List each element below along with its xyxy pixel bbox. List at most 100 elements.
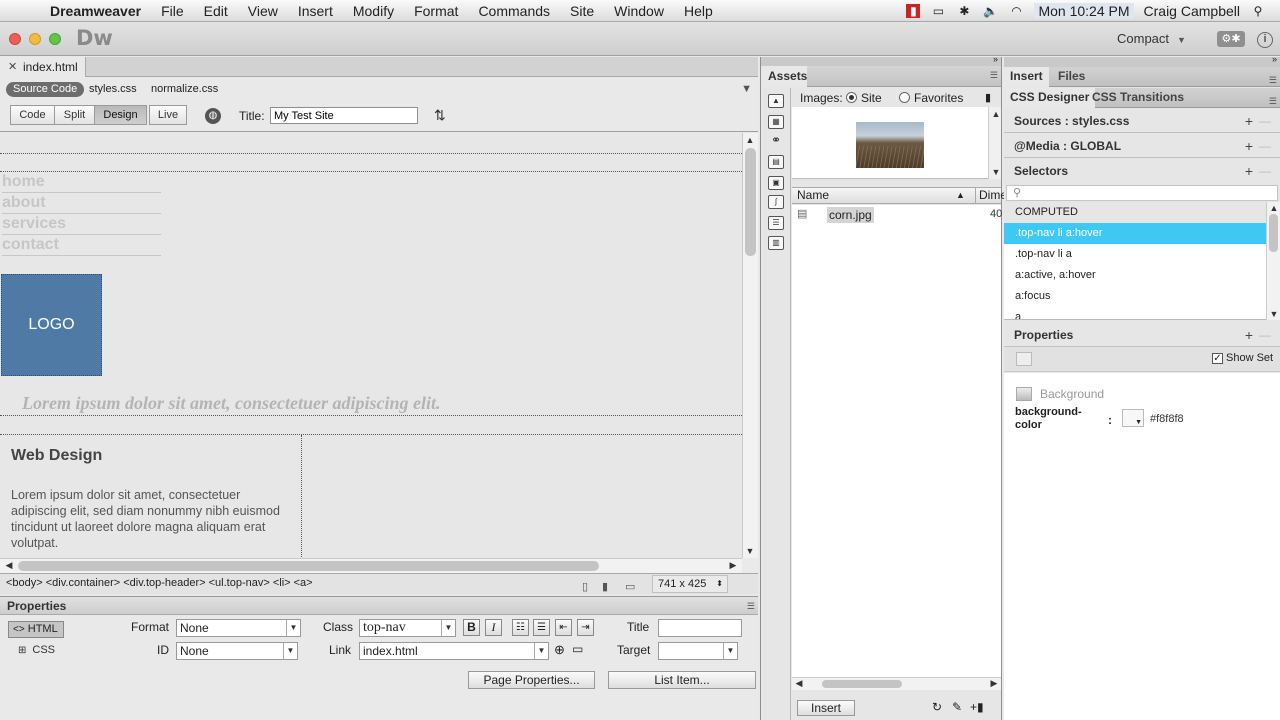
panel-menu-icon[interactable]: ☰ — [747, 601, 755, 612]
source-code-button[interactable]: Source Code — [6, 82, 85, 97]
urls-category-icon[interactable]: ⚭ — [768, 134, 784, 148]
selector-computed[interactable]: COMPUTED — [1004, 202, 1266, 223]
tagline[interactable]: Lorem ipsum dolor sit amet, consectetuer… — [22, 393, 441, 414]
recording-icon[interactable]: ▮ — [906, 3, 921, 18]
asset-file-name[interactable]: corn.jpg — [827, 207, 874, 223]
spotlight-search-icon[interactable]: ⚲ — [1250, 4, 1266, 18]
browse-folder-icon[interactable]: ▭ — [572, 642, 583, 656]
wifi-icon[interactable]: ◠ — [1008, 4, 1024, 18]
menu-help[interactable]: Help — [674, 3, 723, 19]
tab-files[interactable]: Files — [1052, 67, 1091, 87]
refresh-icon[interactable]: ↻ — [932, 700, 942, 714]
add-property-icon[interactable]: + — [1245, 323, 1253, 347]
selector-item[interactable]: a — [1004, 307, 1266, 319]
design-view-button[interactable]: Design — [94, 105, 147, 125]
link-input[interactable]: index.html ▼ — [359, 642, 549, 660]
scroll-right-icon[interactable]: ▶ — [987, 678, 1001, 689]
title-field-input[interactable] — [658, 619, 742, 637]
file-transfer-icon[interactable]: ⇅ — [434, 107, 446, 124]
scroll-thumb[interactable] — [1269, 214, 1278, 252]
nav-link-services[interactable]: services — [2, 214, 161, 235]
format-select[interactable]: None ▼ — [176, 619, 301, 637]
panel-collapse-bar[interactable]: » — [761, 54, 1001, 66]
workspace-switcher[interactable]: Compact ▼ — [1117, 31, 1186, 46]
site-radio[interactable] — [846, 92, 857, 103]
web-design-column[interactable]: Web Design Lorem ipsum dolor sit amet, c… — [0, 435, 302, 558]
user-name[interactable]: Craig Campbell — [1144, 3, 1240, 19]
dimensions-column-header[interactable]: Dime — [975, 188, 1007, 203]
desktop-size-icon[interactable]: ▭ — [625, 578, 635, 597]
collapse-icon[interactable]: » — [993, 54, 998, 64]
video-category-icon[interactable]: ▣ — [768, 176, 784, 190]
canvas-vertical-scrollbar[interactable]: ▲ ▼ — [742, 133, 758, 558]
tab-css-transitions[interactable]: CSS Transitions — [1086, 88, 1190, 108]
selector-item[interactable]: a:active, a:hover — [1004, 265, 1266, 286]
menu-format[interactable]: Format — [404, 3, 468, 19]
scroll-up-icon[interactable]: ▲ — [989, 109, 1003, 119]
vertical-scroll-thumb[interactable] — [745, 148, 756, 256]
selector-item[interactable]: .top-nav li a:hover — [1004, 223, 1266, 244]
document-tab[interactable]: ✕ index.html — [0, 57, 86, 77]
layout-category-icon[interactable] — [1016, 352, 1032, 366]
color-swatch[interactable]: ▼ — [1122, 409, 1144, 427]
target-select[interactable]: ▼ — [658, 642, 738, 660]
bookmark-icon[interactable]: ▮ — [985, 91, 991, 104]
remove-source-icon[interactable]: — — [1259, 109, 1271, 133]
unordered-list-icon[interactable]: ☷ — [512, 619, 529, 636]
page-properties-button[interactable]: Page Properties... — [468, 671, 595, 689]
menu-modify[interactable]: Modify — [343, 3, 404, 19]
scroll-up-icon[interactable]: ▲ — [743, 135, 757, 145]
menu-edit[interactable]: Edit — [194, 3, 238, 19]
templates-category-icon[interactable]: ☰ — [768, 216, 784, 230]
scroll-left-icon[interactable]: ◀ — [792, 678, 806, 689]
menu-site[interactable]: Site — [560, 3, 604, 19]
tablet-size-icon[interactable]: ▮ — [602, 578, 608, 597]
tab-css-designer[interactable]: CSS Designer — [1004, 88, 1096, 108]
show-set-checkbox[interactable]: ✓ Show Set — [1212, 352, 1273, 364]
document-title-input[interactable] — [270, 107, 418, 124]
nav-link-contact[interactable]: contact — [2, 235, 161, 256]
media-category-icon[interactable]: ▤ — [768, 155, 784, 169]
class-select[interactable]: top-nav ▼ — [359, 619, 456, 637]
favorites-radio[interactable] — [899, 92, 910, 103]
collapse-icon[interactable]: » — [1272, 54, 1277, 64]
remove-media-icon[interactable]: — — [1259, 134, 1271, 158]
selector-item[interactable]: a:focus — [1004, 286, 1266, 307]
edit-asset-icon[interactable]: ✎ — [952, 700, 962, 714]
outdent-icon[interactable]: ⇤ — [555, 619, 572, 636]
selector-scrollbar[interactable]: ▲ ▼ — [1266, 202, 1280, 320]
point-to-file-icon[interactable]: ⊕ — [554, 642, 565, 658]
bold-button[interactable]: B — [463, 619, 480, 636]
scroll-up-icon[interactable]: ▲ — [1267, 203, 1280, 213]
id-select[interactable]: None ▼ — [176, 642, 298, 660]
scroll-down-icon[interactable]: ▼ — [743, 546, 757, 556]
tab-insert[interactable]: Insert — [1004, 67, 1049, 87]
close-tab-icon[interactable]: ✕ — [8, 57, 17, 77]
preview-in-browser-icon[interactable]: ◍ — [205, 108, 221, 124]
add-favorite-icon[interactable]: +▮ — [970, 700, 984, 714]
panel-collapse-bar[interactable]: » — [1004, 54, 1280, 67]
images-category-icon[interactable]: ▲ — [768, 94, 784, 108]
library-category-icon[interactable]: ▥ — [768, 236, 784, 250]
menu-file[interactable]: File — [151, 3, 194, 19]
selector-search-input[interactable]: ⚲ — [1006, 185, 1278, 201]
list-item-button[interactable]: List Item... — [608, 671, 756, 689]
panel-menu-icon[interactable]: ☰ — [990, 70, 998, 81]
tag-selector[interactable]: <body> <div.container> <div.top-header> … — [6, 574, 313, 593]
add-media-icon[interactable]: + — [1245, 134, 1253, 158]
canvas-horizontal-scrollbar[interactable]: ◀ ▶ — [0, 558, 742, 573]
selectors-section[interactable]: Selectors + — — [1004, 159, 1280, 183]
remove-selector-icon[interactable]: — — [1259, 159, 1271, 183]
ordered-list-icon[interactable]: ☰ — [533, 619, 550, 636]
selector-item[interactable]: .top-nav li a — [1004, 244, 1266, 265]
add-selector-icon[interactable]: + — [1245, 159, 1253, 183]
background-color-value[interactable]: #f8f8f8 — [1150, 413, 1184, 425]
mobile-size-icon[interactable]: ▯ — [582, 578, 588, 597]
scripts-category-icon[interactable]: ∫ — [768, 195, 784, 209]
info-icon[interactable]: i — [1257, 32, 1273, 48]
display-icon[interactable]: ▭ — [930, 4, 946, 18]
scroll-thumb[interactable] — [822, 680, 902, 688]
related-file-normalize[interactable]: normalize.css — [151, 83, 218, 95]
add-source-icon[interactable]: + — [1245, 109, 1253, 133]
split-view-button[interactable]: Split — [54, 105, 95, 125]
